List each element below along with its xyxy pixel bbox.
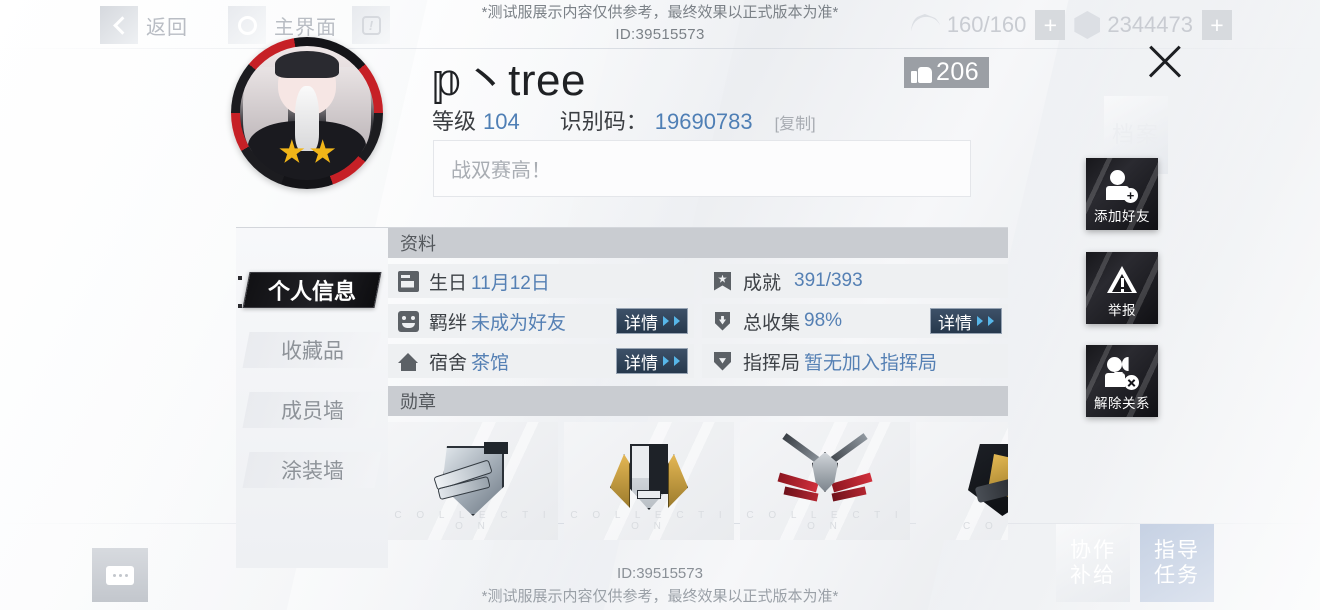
- profile-panel: 个人信息 收藏品 成员墙 涂装墙 资料 生日 11月12日 成就 391/393…: [236, 228, 1008, 568]
- info-cell-collection-rate: 总收集 98% 详情: [702, 304, 1008, 338]
- medal-strip: C O L L E C T I O N C O L L E C T I O N: [388, 422, 1008, 540]
- collection-label: 总收集: [743, 312, 801, 334]
- bond-detail-label: 详情: [624, 313, 658, 333]
- panel-content: 资料 生日 11月12日 成就 391/393 羁绊 未成为好友 详情 总收集 …: [388, 228, 1008, 540]
- close-icon[interactable]: [1143, 40, 1187, 84]
- add-friend-button[interactable]: + 添加好友: [1086, 158, 1158, 230]
- birthday-value: 11月12日: [471, 272, 550, 294]
- shield-icon: [712, 351, 733, 372]
- info-cell-birthday: 生日 11月12日: [388, 264, 694, 298]
- like-badge[interactable]: 206: [904, 57, 990, 88]
- info-grid: 生日 11月12日 成就 391/393 羁绊 未成为好友 详情 总收集 98%…: [388, 264, 1008, 378]
- archive-tile-label: 档案: [1111, 121, 1160, 147]
- medal-item[interactable]: C O L L E C T I O N: [740, 422, 910, 540]
- report-button[interactable]: 举报: [1086, 252, 1158, 324]
- tab-collection[interactable]: 收藏品: [242, 332, 382, 368]
- player-meta-row: 等级 104 识别码： 19690783 [复制]: [432, 104, 816, 136]
- medal-watermark: C O L L E C T I O N: [570, 510, 728, 532]
- top-watermark-id: ID:39515573: [615, 25, 705, 43]
- signature-text: 战双赛高！: [451, 160, 551, 182]
- medal-watermark: C O L L E C T I O N: [394, 510, 552, 532]
- tab-personal-info-label: 个人信息: [267, 279, 356, 304]
- bottom-watermark-note: *测试服展示内容仅供参考，最终效果以正式版本为准*: [481, 587, 839, 605]
- achievement-value: 391/393: [794, 270, 863, 291]
- dorm-detail-label: 详情: [624, 353, 658, 373]
- home-icon: [398, 351, 419, 372]
- bond-label: 羁绊: [429, 312, 468, 334]
- tab-member-wall-label: 成员墙: [280, 400, 344, 423]
- background-hairline-top: [0, 48, 1320, 49]
- app-stage: 返回 主界面 ! 160/160 + 2344473 + *测试服展示内容仅供参…: [0, 0, 1320, 610]
- remove-relation-icon: [1105, 356, 1139, 390]
- bottom-watermark: ID:39515573 *测试服展示内容仅供参考，最终效果以正式版本为准*: [0, 563, 1320, 608]
- bureau-value: 暂无加入指挥局: [804, 352, 938, 374]
- black-gold-emblem-icon: [958, 438, 1008, 524]
- uid-label: 识别码：: [559, 109, 648, 134]
- tab-paint-wall[interactable]: 涂装墙: [242, 452, 382, 488]
- collection-detail-label: 详情: [938, 313, 972, 333]
- birthday-label: 生日: [429, 272, 468, 294]
- signature-field[interactable]: 战双赛高！: [433, 140, 971, 197]
- tab-personal-info[interactable]: 个人信息: [242, 272, 382, 308]
- copy-uid-button[interactable]: [复制]: [775, 110, 816, 134]
- like-count: 206: [936, 58, 980, 86]
- avatar[interactable]: [231, 37, 383, 189]
- level-label: 等级: [432, 109, 477, 134]
- player-name: 𝕡丶tree: [432, 56, 586, 105]
- pin-icon: [712, 311, 733, 332]
- info-cell-bond: 羁绊 未成为好友 详情: [388, 304, 694, 338]
- remove-relation-button[interactable]: 解除关系: [1086, 345, 1158, 417]
- bond-value: 未成为好友: [471, 312, 567, 334]
- dorm-label: 宿舍: [429, 352, 468, 374]
- thumbs-up-icon: [911, 62, 932, 83]
- coop-tile-line1: 协作: [1070, 538, 1116, 562]
- achievement-label: 成就: [743, 272, 782, 294]
- medal-watermark: C O L L E C T I O N: [746, 510, 904, 532]
- medal-watermark: C O L L: [962, 521, 1008, 532]
- medal-item[interactable]: C O L L: [916, 422, 1008, 540]
- info-cell-command-bureau: 指挥局 暂无加入指挥局: [702, 344, 1008, 378]
- report-icon: [1105, 263, 1139, 297]
- medal-item[interactable]: C O L L E C T I O N: [388, 422, 558, 540]
- guide-tile-line1: 指导: [1154, 538, 1200, 562]
- tab-paint-wall-label: 涂装墙: [280, 460, 344, 483]
- collection-detail-button[interactable]: 详情: [930, 308, 1002, 334]
- bookmark-icon: [712, 271, 733, 292]
- uid-value: 19690783: [654, 109, 753, 134]
- info-section-header: 资料: [388, 228, 1008, 258]
- card-icon: [398, 270, 419, 292]
- tab-member-wall[interactable]: 成员墙: [242, 392, 382, 428]
- level-value: 104: [483, 109, 520, 134]
- collection-value: 98%: [804, 310, 843, 331]
- medal-section-header: 勋章: [388, 386, 1008, 416]
- tab-column: 个人信息 收藏品 成员墙 涂装墙: [236, 228, 388, 568]
- smile-icon: [398, 310, 419, 332]
- bottom-watermark-id: ID:39515573: [617, 565, 703, 582]
- medal-item[interactable]: C O L L E C T I O N: [564, 422, 734, 540]
- top-watermark-note: *测试服展示内容仅供参考，最终效果以正式版本为准*: [481, 4, 839, 21]
- bureau-label: 指挥局: [743, 352, 801, 374]
- top-watermark: *测试服展示内容仅供参考，最终效果以正式版本为准* ID:39515573: [0, 2, 1320, 46]
- info-cell-achievement: 成就 391/393: [702, 264, 1008, 298]
- add-friend-icon: +: [1105, 169, 1139, 203]
- info-cell-dorm: 宿舍 茶馆 详情: [388, 344, 694, 378]
- dorm-value: 茶馆: [471, 352, 510, 374]
- dorm-detail-button[interactable]: 详情: [616, 348, 688, 374]
- bond-detail-button[interactable]: 详情: [616, 308, 688, 334]
- tab-collection-label: 收藏品: [280, 340, 344, 363]
